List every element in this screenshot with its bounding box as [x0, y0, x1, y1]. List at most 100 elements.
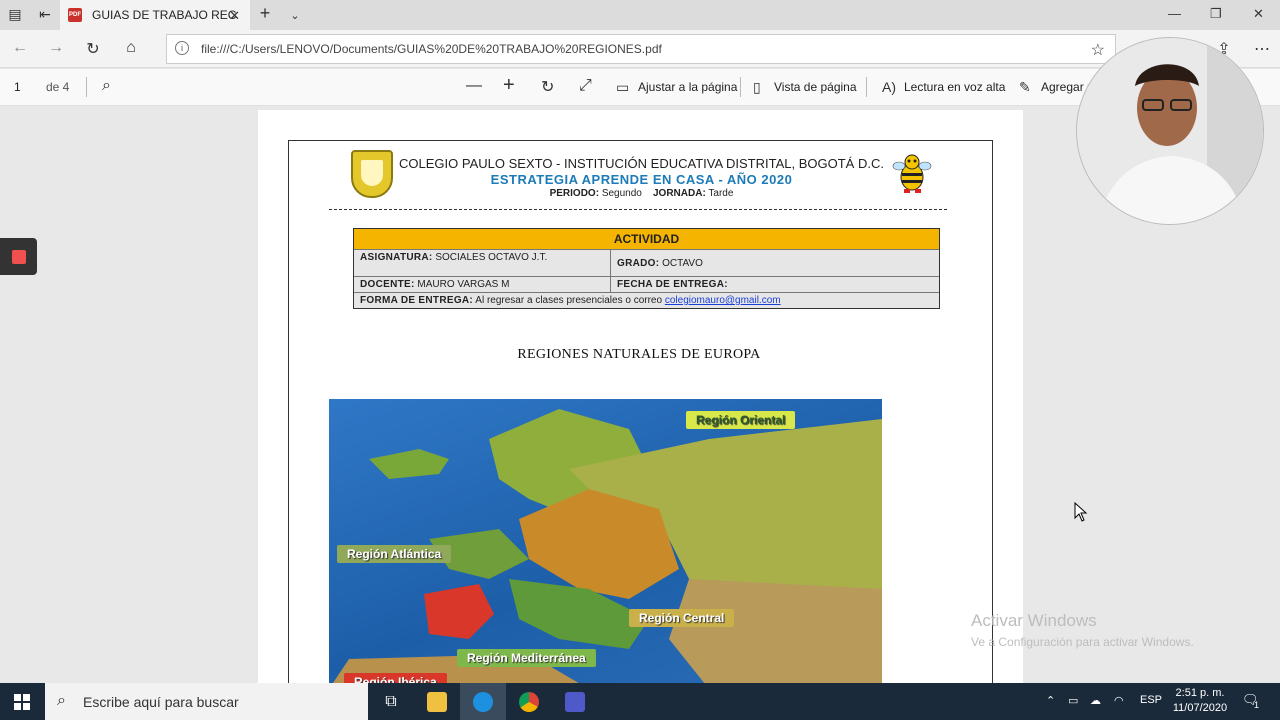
windows-taskbar: ⌕ Escribe aquí para buscar ⧉ ⌃ ▭ ☁ ◠ ESP…: [0, 683, 1280, 720]
header-divider: [329, 209, 947, 210]
tab-title: GUIAS DE TRABAJO REC: [92, 8, 237, 22]
stop-record-icon: [12, 250, 26, 264]
activate-windows-subtitle: Ve a Configuración para activar Windows.: [971, 635, 1194, 649]
set-aside-tabs-icon[interactable]: ⇤: [36, 6, 54, 23]
wifi-icon[interactable]: ◠: [1114, 694, 1124, 707]
period-line: PERIODO: Segundo JORNADA: Tarde: [289, 188, 994, 199]
activity-table: ACTIVIDAD ASIGNATURA: SOCIALES OCTAVO J.…: [353, 228, 940, 309]
zoom-out-icon[interactable]: —: [466, 77, 482, 95]
zoom-in-icon[interactable]: +: [503, 74, 515, 97]
tab-pdf[interactable]: PDF GUIAS DE TRABAJO REC ✕: [60, 0, 250, 30]
label-region-central: Región Central: [629, 609, 735, 627]
docente-cell: DOCENTE: MAURO VARGAS M: [354, 277, 611, 292]
maximize-button[interactable]: ❐: [1210, 6, 1222, 22]
fullscreen-icon[interactable]: ⤢: [579, 77, 592, 95]
minimize-button[interactable]: —: [1168, 6, 1181, 21]
toolbar-divider: [86, 77, 87, 97]
docente-label: DOCENTE:: [360, 279, 415, 290]
onedrive-cloud-icon[interactable]: ☁: [1090, 694, 1101, 707]
periodo-label: PERIODO:: [549, 188, 600, 199]
fecha-cell: FECHA DE ENTREGA:: [611, 277, 734, 292]
toolbar-divider: [740, 77, 741, 97]
fit-page-icon[interactable]: ▭: [616, 79, 629, 96]
docente-value: MAURO VARGAS M: [417, 279, 510, 290]
toolbar-divider: [866, 77, 867, 97]
jornada-label: JORNADA:: [653, 188, 706, 199]
label-region-oriental: Región Oriental: [686, 411, 796, 429]
pdf-viewer[interactable]: COLEGIO PAULO SEXTO - INSTITUCIÓN EDUCAT…: [0, 106, 1280, 700]
clock-date: 11/07/2020: [1172, 702, 1228, 714]
presenter-avatar: [1077, 38, 1263, 224]
taskbar-search-placeholder: Escribe aquí para buscar: [83, 693, 239, 710]
forma-entrega-cell: FORMA DE ENTREGA: Al regresar a clases p…: [354, 293, 787, 308]
label-region-mediterranea: Región Mediterránea: [457, 649, 596, 667]
periodo-value: Segundo: [601, 188, 642, 199]
new-tab-button[interactable]: +: [256, 3, 274, 24]
pdf-page: COLEGIO PAULO SEXTO - INSTITUCIÓN EDUCAT…: [258, 110, 1023, 700]
email-link[interactable]: colegiomauro@gmail.com: [665, 295, 781, 306]
actividad-header: ACTIVIDAD: [354, 229, 939, 249]
taskbar-search[interactable]: ⌕ Escribe aquí para buscar: [45, 683, 368, 720]
tab-close-icon[interactable]: ✕: [229, 8, 240, 24]
home-icon[interactable]: ⌂: [121, 39, 141, 57]
notification-count: 1: [1254, 700, 1260, 710]
pen-icon[interactable]: ✎: [1019, 79, 1031, 96]
back-arrow-icon[interactable]: ←: [10, 39, 30, 57]
fit-page-button[interactable]: Ajustar a la página: [638, 80, 737, 94]
info-icon[interactable]: i: [175, 41, 189, 55]
grado-value: OCTAVO: [662, 258, 703, 269]
school-name: COLEGIO PAULO SEXTO - INSTITUCIÓN EDUCAT…: [399, 156, 884, 171]
battery-icon[interactable]: ▭: [1068, 694, 1078, 707]
forward-arrow-icon[interactable]: →: [46, 39, 66, 57]
taskbar-clock[interactable]: 2:51 p. m. 11/07/2020: [1168, 686, 1232, 716]
chrome-icon[interactable]: [506, 683, 552, 720]
pdf-file-icon: PDF: [68, 8, 82, 22]
tray-chevron-icon[interactable]: ⌃: [1046, 694, 1055, 707]
refresh-icon[interactable]: ↻: [83, 39, 103, 59]
asignatura-cell: ASIGNATURA: SOCIALES OCTAVO J.T.: [354, 250, 611, 276]
label-region-atlantica: Región Atlántica: [337, 545, 452, 563]
url-field[interactable]: i file:///C:/Users/LENOVO/Documents/GUIA…: [166, 34, 1116, 64]
page-view-button[interactable]: Vista de página: [774, 80, 857, 94]
section-title: REGIONES NATURALES DE EUROPA: [517, 347, 761, 362]
start-windows-icon[interactable]: [14, 694, 30, 710]
teams-icon[interactable]: [552, 683, 598, 720]
page-view-icon[interactable]: ▯: [753, 79, 761, 96]
page-number-input[interactable]: 1: [14, 80, 21, 94]
forma-value: Al regresar a clases presenciales o corr…: [475, 295, 663, 306]
search-magnifier-icon: ⌕: [57, 692, 66, 709]
tab-list-chevron-icon[interactable]: ⌄: [286, 9, 304, 22]
forma-label: FORMA DE ENTREGA:: [360, 295, 474, 306]
asignatura-value: SOCIALES OCTAVO J.T.: [435, 252, 548, 263]
url-text: file:///C:/Users/LENOVO/Documents/GUIAS%…: [201, 42, 662, 56]
edge-browser-icon[interactable]: [460, 683, 506, 720]
page-total: de 4: [46, 80, 70, 94]
grado-cell: GRADO: OCTAVO: [611, 250, 709, 276]
mouse-cursor-icon: [1074, 502, 1088, 522]
grado-label: GRADO:: [617, 258, 660, 269]
close-window-button[interactable]: ✕: [1253, 6, 1264, 22]
favorite-star-icon[interactable]: ☆: [1091, 40, 1105, 60]
activate-windows-title: Activar Windows: [971, 611, 1097, 630]
file-explorer-icon[interactable]: [414, 683, 460, 720]
tab-actions-icon[interactable]: ▤: [6, 6, 24, 23]
read-aloud-icon[interactable]: A): [882, 79, 896, 95]
jornada-value: Tarde: [708, 188, 734, 199]
asignatura-label: ASIGNATURA:: [360, 252, 433, 263]
browser-tab-bar: ▤ ⇤ PDF GUIAS DE TRABAJO REC ✕ + ⌄ — ❐ ✕: [0, 0, 1280, 30]
clock-time: 2:51 p. m.: [1175, 687, 1225, 699]
recording-indicator[interactable]: [0, 238, 37, 275]
webcam-overlay: [1076, 37, 1264, 225]
more-menu-icon[interactable]: ⋯: [1252, 39, 1272, 59]
fecha-label: FECHA DE ENTREGA:: [617, 279, 728, 290]
language-indicator[interactable]: ESP: [1140, 694, 1162, 706]
read-aloud-button[interactable]: Lectura en voz alta: [904, 80, 1005, 94]
search-icon[interactable]: ⌕: [102, 77, 111, 95]
europe-regions-map: Región Oriental Región Atlántica Región …: [329, 399, 882, 689]
map-illustration: [329, 409, 882, 689]
address-bar-row: ← → ↻ ⌂ i file:///C:/Users/LENOVO/Docume…: [0, 30, 1280, 68]
task-view-icon[interactable]: ⧉: [368, 683, 414, 720]
rotate-icon[interactable]: ↻: [541, 77, 554, 97]
document-frame: COLEGIO PAULO SEXTO - INSTITUCIÓN EDUCAT…: [288, 140, 993, 700]
strategy-title: ESTRATEGIA APRENDE EN CASA - AÑO 2020: [490, 172, 793, 187]
